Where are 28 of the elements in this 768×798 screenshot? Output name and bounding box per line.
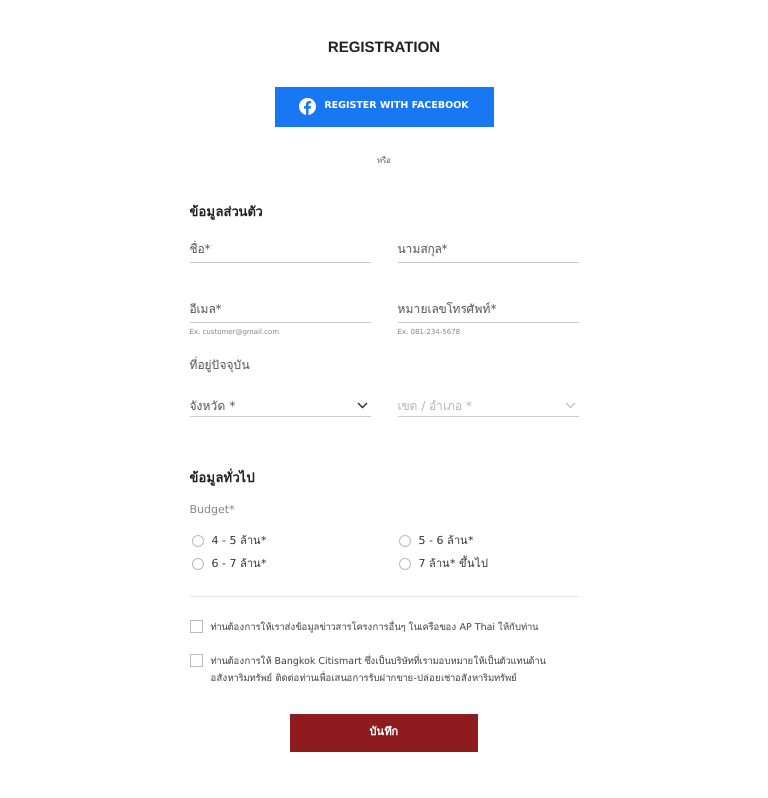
address-label: ที่อยู่ปัจจุบัน: [190, 356, 250, 374]
checkbox[interactable]: [190, 620, 202, 632]
radio-label: 4 - 5 ล้าน*: [212, 532, 266, 548]
budget-label: Budget*: [190, 502, 236, 518]
radio-button[interactable]: [398, 558, 410, 570]
radio-label: 7 ล้าน* ขึ้นไป: [418, 556, 488, 572]
page-title: REGISTRATION: [328, 38, 440, 58]
section-heading: ข้อมูลส่วนตัว: [190, 204, 264, 222]
consent-text: ท่านต้องการให้เราส่งข้อมูลข่าวสารโครงการอื่นๆ ในเครือของ AP Thai ให้กับท่าน: [210, 619, 538, 634]
section-heading: ข้อมูลทั่วไป: [190, 468, 256, 488]
text-field[interactable]: ชื่อ*: [190, 236, 370, 263]
checkbox[interactable]: [190, 654, 202, 666]
chevron-down-icon: [564, 402, 576, 409]
consent-text: ท่านต้องการให้ Bangkok Citismart ซึ่งเป็นบริษัทที่เรามอบหมายให้เป็นตัวแทนด้านอสังหาริมทรัพย์ ติดต่อท่านเพื่อเสนอการรับฝากขาย-ปล่อยเช่าอสังหาริมทรัพย์: [210, 653, 547, 686]
radio-label: 6 - 7 ล้าน*: [212, 556, 266, 572]
text-field[interactable]: นามสกุล*: [398, 236, 578, 263]
text-field[interactable]: หมายเลขโทรศัพท์*: [398, 296, 578, 323]
or-separator: หรือ: [377, 154, 391, 166]
dropdown-field[interactable]: จังหวัด *: [190, 396, 370, 416]
radio-button[interactable]: [192, 534, 204, 547]
save-button[interactable]: บันทึก: [290, 714, 478, 752]
radio-label: 5 - 6 ล้าน*: [418, 532, 474, 548]
text-field[interactable]: อีเมล*: [190, 296, 370, 323]
facebook-register-button[interactable]: REGISTER WITH FACEBOOK: [274, 86, 494, 126]
chevron-down-icon: [356, 402, 368, 409]
facebook-icon: [299, 98, 316, 115]
radio-button[interactable]: [398, 534, 410, 547]
radio-button[interactable]: [192, 558, 204, 570]
